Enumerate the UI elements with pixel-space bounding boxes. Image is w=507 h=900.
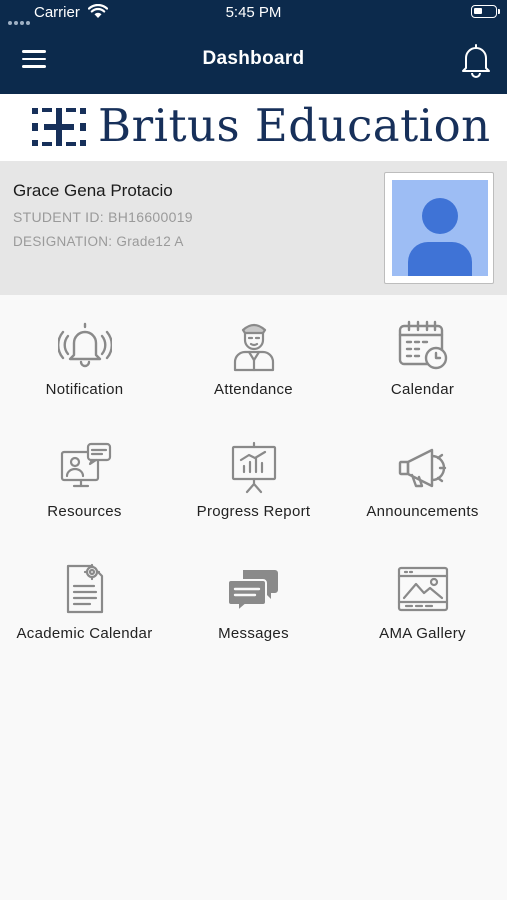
menu-label-calendar: Calendar <box>390 381 455 398</box>
online-learning-icon <box>60 442 112 488</box>
menu-item-messages[interactable]: Messages <box>169 544 338 656</box>
person-avatar-icon <box>392 180 488 276</box>
brand-banner: Britus Education <box>0 94 507 161</box>
top-app-bar: Carrier 5:45 PM Dashboard <box>0 0 507 94</box>
menu-item-announcements[interactable]: Announcements <box>338 422 507 534</box>
menu-label-announcements: Announcements <box>366 503 479 520</box>
notification-bell-icon[interactable] <box>459 42 493 78</box>
student-name: Grace Gena Protacio <box>13 181 173 200</box>
menu-item-notification[interactable]: Notification <box>0 300 169 412</box>
menu-label-progress-report: Progress Report <box>196 503 311 520</box>
chat-bubbles-icon <box>227 570 278 614</box>
menu-label-notification: Notification <box>45 381 124 398</box>
menu-label-ama-gallery: AMA Gallery <box>379 625 466 642</box>
menu-item-attendance[interactable]: Attendance <box>169 300 338 412</box>
student-icon <box>233 323 275 372</box>
menu-label-academic-calendar: Academic Calendar <box>16 625 153 642</box>
menu-label-attendance: Attendance <box>214 381 293 398</box>
menu-item-progress-report[interactable]: Progress Report <box>169 422 338 534</box>
presentation-chart-icon <box>231 441 277 494</box>
image-gallery-icon <box>397 566 449 612</box>
britus-logo-icon <box>32 108 86 146</box>
menu-item-calendar[interactable]: Calendar <box>338 300 507 412</box>
page-title: Dashboard <box>202 48 305 69</box>
student-id: STUDENT ID: BH16600019 <box>13 209 193 225</box>
profile-photo[interactable] <box>384 172 494 284</box>
bell-icon <box>58 322 112 368</box>
menu-label-resources: Resources <box>47 503 122 520</box>
profile-card: Grace Gena Protacio STUDENT ID: BH166000… <box>0 161 507 295</box>
brand-name: Britus Education <box>98 99 491 152</box>
menu-item-academic-calendar[interactable]: Academic Calendar <box>0 544 169 656</box>
battery-icon <box>471 5 500 18</box>
menu-item-ama-gallery[interactable]: AMA Gallery <box>338 544 507 656</box>
menu-item-resources[interactable]: Resources <box>0 422 169 534</box>
status-time: 5:45 PM <box>225 4 282 21</box>
document-gear-icon <box>66 563 104 614</box>
calendar-clock-icon <box>398 320 448 370</box>
student-designation: DESIGNATION: Grade12 A <box>13 234 184 249</box>
megaphone-icon <box>398 448 447 488</box>
status-bar: Carrier 5:45 PM <box>0 0 507 28</box>
menu-label-messages: Messages <box>218 625 289 642</box>
